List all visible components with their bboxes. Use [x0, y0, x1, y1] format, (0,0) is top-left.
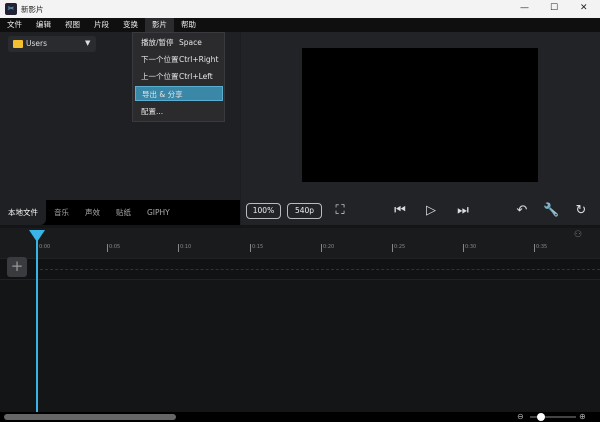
snap-icon[interactable]: ⚇	[574, 230, 582, 240]
menu-help[interactable]: 帮助	[174, 18, 203, 32]
track-guide	[40, 269, 600, 270]
wrench-icon[interactable]: 🔧	[543, 203, 559, 219]
ruler-tick: 0:05	[107, 244, 121, 252]
video-preview	[302, 48, 538, 182]
ruler-tick: 0:20	[321, 244, 335, 252]
zoom-slider-thumb[interactable]	[537, 413, 545, 421]
chevron-down-icon: ▼	[85, 39, 91, 47]
menu-view[interactable]: 视图	[58, 18, 87, 32]
menu-bar: 文件 编辑 视图 片段 变换 影片 帮助	[0, 18, 600, 32]
skip-forward-icon[interactable]: ⏭	[455, 203, 471, 219]
timeline-scrollbar[interactable]: ⊖ ⊕	[0, 412, 600, 422]
ruler-tick: 0:10	[178, 244, 192, 252]
menu-edit[interactable]: 编辑	[29, 18, 58, 32]
folder-icon	[13, 40, 23, 48]
ruler-tick: 0:15	[250, 244, 264, 252]
app-logo-icon: ✂	[5, 3, 17, 15]
tab-giphy[interactable]: GIPHY	[139, 200, 178, 225]
movie-menu-dropdown: 播放/暂停 Space 下一个位置 Ctrl+Right 上一个位置 Ctrl+Lef…	[132, 32, 225, 122]
media-tabs: 本地文件 音乐 声效 贴纸 GIPHY	[0, 200, 240, 225]
tab-sound-effects[interactable]: 声效	[77, 200, 108, 225]
add-track-button[interactable]: +	[7, 257, 27, 277]
fullscreen-icon[interactable]: ⛶	[332, 203, 348, 219]
menu-item-prev-position[interactable]: 上一个位置 Ctrl+Left	[135, 69, 223, 84]
zoom-in-icon[interactable]: ⊕	[579, 412, 586, 421]
undo-icon[interactable]: ↶	[514, 203, 530, 219]
timeline-track[interactable]	[0, 258, 600, 280]
minimize-button[interactable]: —	[520, 3, 529, 13]
zoom-level-button[interactable]: 100%	[246, 203, 281, 219]
ruler-tick: 0:30	[463, 244, 477, 252]
tab-stickers[interactable]: 贴纸	[108, 200, 139, 225]
folder-label: Users	[26, 39, 48, 48]
ruler-tick: 0:25	[392, 244, 406, 252]
menu-item-export-share[interactable]: 导出 & 分享	[135, 86, 223, 101]
menu-clip[interactable]: 片段	[87, 18, 116, 32]
close-button[interactable]: ✕	[580, 3, 588, 13]
title-bar: ✂ 新影片 — ☐ ✕	[0, 0, 600, 18]
resolution-button[interactable]: 540p	[287, 203, 322, 219]
redo-icon[interactable]: ↻	[573, 203, 589, 219]
menu-item-next-position[interactable]: 下一个位置 Ctrl+Right	[135, 52, 223, 67]
skip-back-icon[interactable]: ⏮	[392, 203, 408, 219]
zoom-out-icon[interactable]: ⊖	[517, 412, 524, 421]
maximize-button[interactable]: ☐	[550, 3, 558, 13]
ruler-tick: 0:00	[37, 244, 51, 252]
folder-select[interactable]: Users ▼	[8, 36, 96, 52]
menu-file[interactable]: 文件	[0, 18, 29, 32]
play-icon[interactable]: ▷	[423, 203, 439, 219]
menu-transform[interactable]: 变换	[116, 18, 145, 32]
playhead-line[interactable]	[36, 240, 38, 412]
menu-item-settings[interactable]: 配置...	[135, 104, 223, 119]
tab-local-files[interactable]: 本地文件	[0, 200, 46, 225]
ruler-tick: 0:35	[534, 244, 548, 252]
menu-item-play-pause[interactable]: 播放/暂停 Space	[135, 35, 223, 50]
tab-music[interactable]: 音乐	[46, 200, 77, 225]
timeline-ruler[interactable]	[0, 228, 600, 258]
menu-movie[interactable]: 影片	[145, 18, 174, 32]
window-title: 新影片	[21, 5, 44, 14]
scrollbar-thumb[interactable]	[4, 414, 176, 420]
